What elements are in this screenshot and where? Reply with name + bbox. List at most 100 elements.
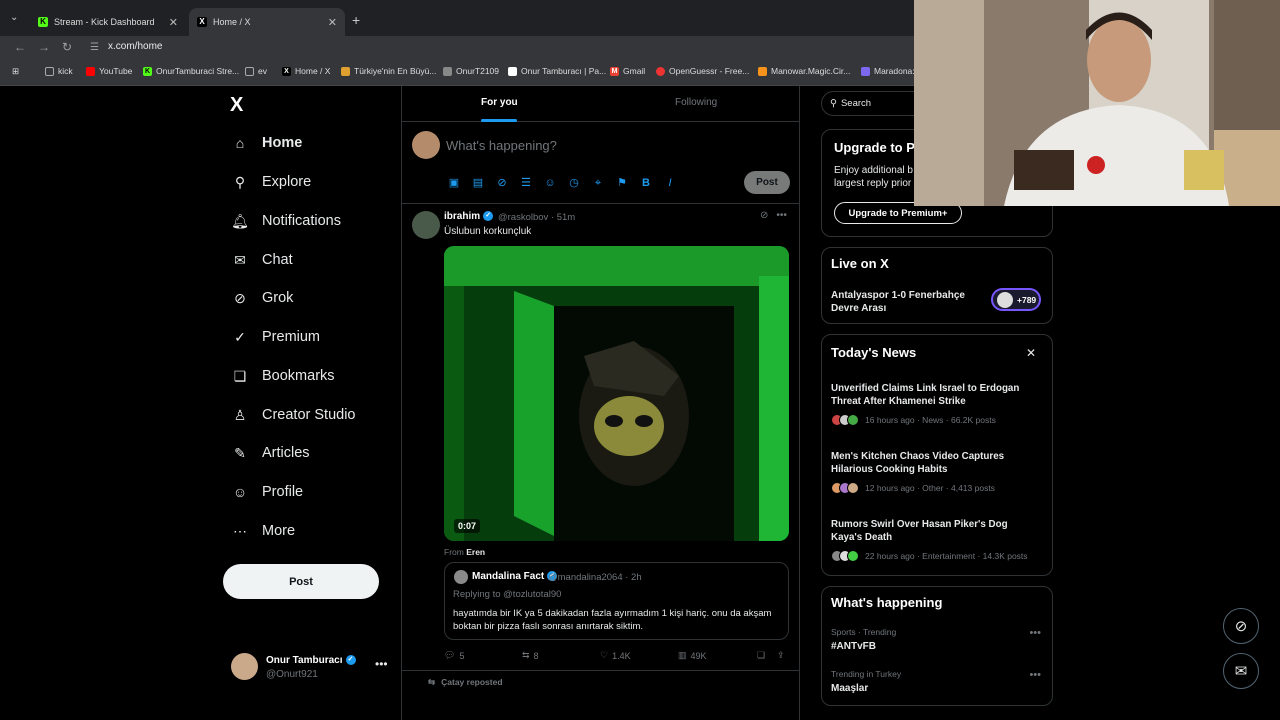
bookmark-item[interactable]: Manowar.Magic.Cir... bbox=[758, 66, 850, 76]
premium-title: Upgrade to P bbox=[834, 140, 915, 155]
folder-icon bbox=[45, 66, 54, 76]
forward-icon[interactable]: → bbox=[38, 40, 50, 54]
nav-item-profile[interactable]: ☺ Profile bbox=[231, 483, 303, 501]
apps-icon[interactable]: ⊞ bbox=[12, 66, 19, 77]
nav-item-creator-studio[interactable]: ♙ Creator Studio bbox=[231, 406, 356, 424]
poll-icon[interactable]: ☰ bbox=[518, 176, 534, 190]
emoji-icon[interactable]: ☺ bbox=[542, 176, 558, 190]
site-icon bbox=[341, 66, 350, 76]
tweet-video[interactable] bbox=[444, 246, 789, 541]
more-icon[interactable]: ••• bbox=[776, 210, 787, 221]
repost-icon: ⇆ bbox=[428, 677, 436, 687]
compose-input[interactable]: What's happening? bbox=[446, 138, 557, 153]
like-button[interactable]: ♡ 1.4K bbox=[600, 650, 631, 661]
reply-icon: 💬︎ bbox=[444, 650, 456, 660]
grok-icon[interactable]: ⊘ bbox=[494, 176, 510, 190]
reload-icon[interactable]: ↻ bbox=[62, 40, 72, 54]
bold-icon[interactable]: B bbox=[638, 176, 654, 190]
tab-search-icon[interactable]: ⌄ bbox=[10, 12, 26, 26]
timeline-tabs bbox=[401, 86, 800, 122]
bookmark-item[interactable]: Türkiye'nin En Büyü... bbox=[341, 66, 436, 76]
live-viewers-badge[interactable]: +789 bbox=[991, 288, 1041, 311]
site-icon bbox=[656, 66, 665, 76]
bookmark-item[interactable]: X Home / X bbox=[282, 66, 330, 76]
account-switcher[interactable]: Onur Tamburacı ✓ @Onurt921 ••• bbox=[231, 653, 391, 685]
post-button[interactable]: Post bbox=[223, 564, 379, 599]
back-icon[interactable]: ← bbox=[14, 40, 26, 54]
views-button[interactable]: ▥ 49K bbox=[678, 650, 707, 661]
quote-author-name: Mandalina Fact bbox=[472, 571, 545, 582]
grok-icon: ⊘ bbox=[1234, 618, 1248, 635]
bookmark-item[interactable]: kick bbox=[45, 66, 73, 76]
location-icon[interactable]: ⌖ bbox=[590, 176, 606, 190]
avatars bbox=[831, 414, 859, 426]
nav-item-grok[interactable]: ⊘ Grok bbox=[231, 289, 293, 307]
compose-post-button[interactable]: Post bbox=[744, 171, 790, 194]
italic-icon[interactable]: I bbox=[662, 176, 678, 190]
nav-item-bookmarks[interactable]: ❏ Bookmarks bbox=[231, 367, 335, 385]
tab-kick-dashboard[interactable]: K Stream - Kick Dashboard ✕ bbox=[30, 8, 186, 36]
site-info-icon[interactable]: ☰ bbox=[90, 42, 99, 53]
flag-icon[interactable]: ⚑ bbox=[614, 176, 630, 190]
avatar[interactable] bbox=[412, 211, 440, 239]
grok-icon[interactable]: ⊘ bbox=[760, 210, 768, 221]
close-icon[interactable]: ✕ bbox=[1026, 346, 1036, 360]
webcam-frame bbox=[914, 0, 1280, 206]
bookmark-button[interactable]: ❏ bbox=[757, 650, 765, 661]
tab-following[interactable]: Following bbox=[675, 97, 717, 108]
tweet-handle-time[interactable]: @raskolbov · 51m bbox=[498, 212, 575, 223]
messages-button[interactable]: ✉ bbox=[1223, 653, 1259, 689]
reply-button[interactable]: 💬︎ 5 bbox=[444, 650, 464, 661]
bookmark-item[interactable]: OpenGuessr - Free... bbox=[656, 66, 749, 76]
news-item[interactable]: Unverified Claims Link Israel to Erdogan… bbox=[831, 382, 1041, 426]
trend-item[interactable]: Trending in Turkey Maaşlar ••• bbox=[831, 669, 1041, 694]
nav-item-premium[interactable]: ✓ Premium bbox=[231, 328, 320, 346]
bookmark-item[interactable]: OnurT2109 bbox=[443, 66, 499, 76]
schedule-icon[interactable]: ◷ bbox=[566, 176, 582, 190]
x-logo-icon[interactable]: X bbox=[230, 94, 243, 117]
news-item[interactable]: Rumors Swirl Over Hasan Piker's Dog Kaya… bbox=[831, 518, 1041, 562]
tab-for-you[interactable]: For you bbox=[481, 97, 518, 108]
nav-item-notifications[interactable]: 🔔︎ Notifications bbox=[231, 212, 341, 230]
more-icon[interactable]: ••• bbox=[1029, 669, 1041, 681]
from-author[interactable]: Eren bbox=[466, 547, 485, 557]
more-icon[interactable]: ••• bbox=[1029, 627, 1041, 639]
nav-item-more[interactable]: ⋯ More bbox=[231, 522, 295, 540]
repost-button[interactable]: ⇆ 8 bbox=[522, 650, 539, 661]
more-icon: ⋯ bbox=[233, 522, 247, 539]
bookmark-item[interactable]: Onur Tamburacı | Pa... bbox=[508, 66, 606, 76]
nav-item-chat[interactable]: ✉ Chat bbox=[231, 251, 293, 269]
share-button[interactable]: ⇪ bbox=[777, 650, 785, 661]
close-tab-icon[interactable]: ✕ bbox=[169, 16, 178, 29]
home-icon: ⌂ bbox=[235, 135, 245, 151]
bookmark-item[interactable]: M Gmail bbox=[610, 66, 645, 76]
url-field[interactable]: x.com/home bbox=[108, 41, 162, 52]
trend-item[interactable]: Sports · Trending #ANTvFB ••• bbox=[831, 627, 1041, 652]
reposted-by[interactable]: Çatay reposted bbox=[441, 677, 502, 687]
more-icon[interactable]: ••• bbox=[375, 657, 388, 671]
folder-icon bbox=[245, 66, 254, 76]
new-tab-icon[interactable]: + bbox=[352, 12, 360, 28]
webcam-overlay bbox=[914, 0, 1280, 206]
avatar bbox=[454, 570, 468, 584]
quote-text: hayatımda bir IK ya 5 dakikadan fazla ay… bbox=[453, 608, 772, 632]
tab-home-x[interactable]: X Home / X ✕ bbox=[189, 8, 345, 36]
nav-item-home[interactable]: ⌂ Home bbox=[231, 134, 303, 152]
nav-item-explore[interactable]: ⚲ Explore bbox=[231, 173, 311, 191]
nav-item-articles[interactable]: ✎ Articles bbox=[231, 444, 309, 462]
grok-button[interactable]: ⊘ bbox=[1223, 608, 1259, 644]
mail-icon: ✉ bbox=[234, 251, 246, 268]
bookmark-item[interactable]: ev bbox=[245, 66, 267, 76]
from-label: From bbox=[444, 547, 464, 557]
bookmark-item[interactable]: K OnurTamburaci Stre... bbox=[143, 66, 239, 76]
news-item[interactable]: Men's Kitchen Chaos Video Captures Hilar… bbox=[831, 450, 1041, 494]
gif-icon[interactable]: ▤ bbox=[470, 176, 486, 190]
close-tab-icon[interactable]: ✕ bbox=[328, 16, 337, 29]
bookmark-item[interactable]: YouTube bbox=[86, 66, 132, 76]
bookmark-item[interactable]: Maradona: bbox=[861, 66, 915, 76]
tweet-author-name[interactable]: ibrahim bbox=[444, 211, 480, 222]
live-event[interactable]: Antalyaspor 1-0 Fenerbahçe Devre Arası bbox=[831, 289, 965, 315]
tab-title: Home / X bbox=[213, 17, 251, 27]
youtube-icon bbox=[86, 66, 95, 76]
image-icon[interactable]: ▣ bbox=[446, 176, 462, 190]
